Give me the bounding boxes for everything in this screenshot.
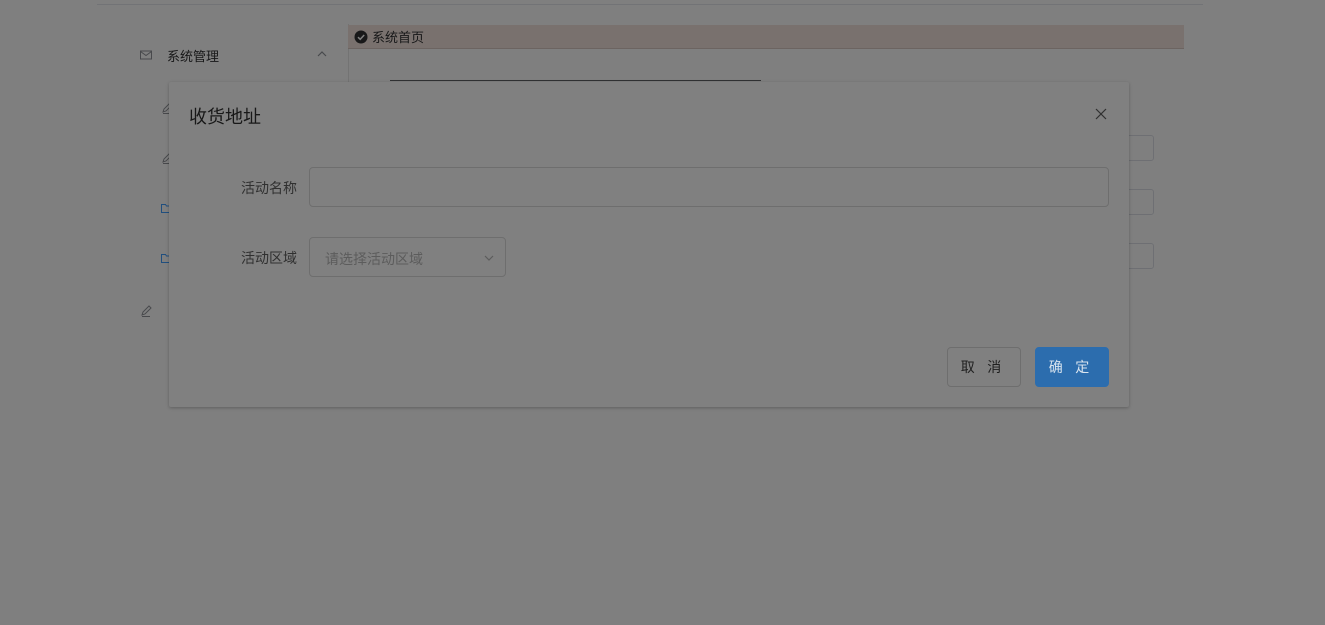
activity-region-label: 活动区域 <box>241 251 297 267</box>
dialog-title: 收货地址 <box>189 107 261 128</box>
confirm-button[interactable]: 确 定 <box>1035 347 1109 387</box>
address-dialog: 收货地址 活动名称 活动区域 请选择活动区域 取 消 确 定 <box>169 82 1129 407</box>
close-icon[interactable] <box>1094 107 1108 121</box>
activity-name-label: 活动名称 <box>241 181 297 197</box>
region-select-placeholder: 请选择活动区域 <box>325 252 423 268</box>
activity-name-input[interactable] <box>309 167 1109 207</box>
chevron-down-icon <box>484 255 494 261</box>
cancel-button[interactable]: 取 消 <box>947 347 1021 387</box>
page: 系统管理 系统首页 <box>0 0 1325 625</box>
activity-region-select[interactable]: 请选择活动区域 <box>309 237 506 277</box>
